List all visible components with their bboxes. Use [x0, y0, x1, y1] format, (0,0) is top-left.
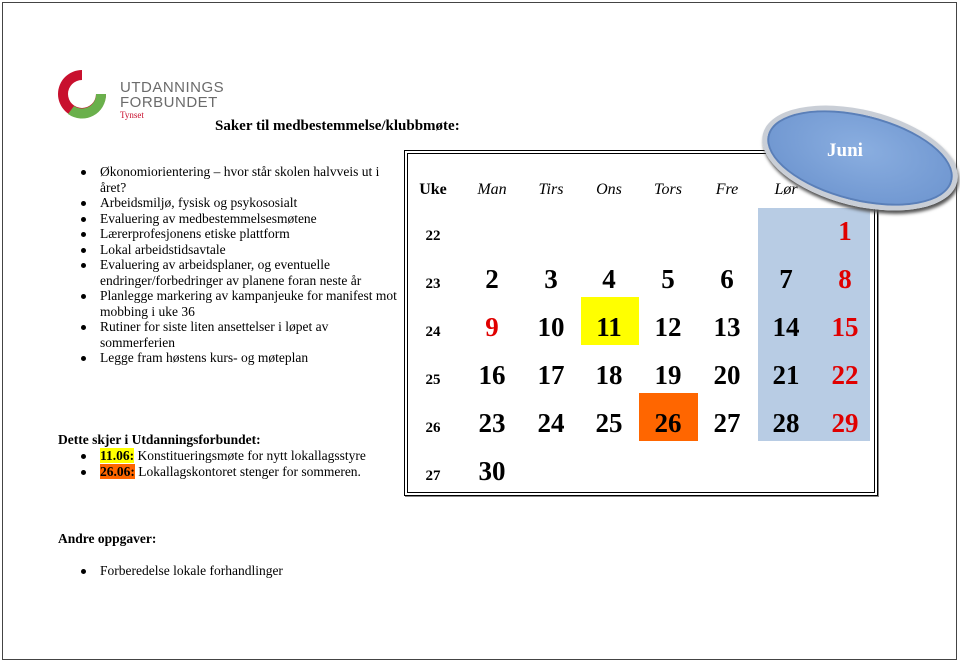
agenda-item: Evaluering av arbeidsplaner, og eventuel… [78, 257, 398, 288]
calendar-day: 13 [713, 312, 741, 342]
calendar-day: 8 [838, 264, 852, 294]
calendar-header: Uke [419, 181, 447, 198]
month-label: Juni [827, 140, 863, 161]
calendar-day: 7 [779, 264, 793, 294]
calendar-day: 15 [831, 312, 859, 342]
calendar-day: 30 [478, 456, 506, 486]
other-item: Forberedelse lokale forhandlinger [78, 563, 283, 579]
week-number: 24 [425, 324, 441, 340]
calendar-header: Ons [596, 181, 622, 198]
event-text: Konstitueringsmøte for nytt lokallagssty… [134, 448, 366, 463]
calendar-day: 14 [772, 312, 800, 342]
other-heading: Andre oppgaver: [58, 531, 157, 546]
calendar-day: 18 [595, 360, 623, 390]
logo-subtitle: Tynset [120, 110, 144, 120]
agenda-item: Planlegge markering av kampanjeuke for m… [78, 288, 398, 319]
calendar-day: 11 [596, 312, 622, 342]
calendar-header: Tors [654, 181, 682, 198]
logo-ring-icon [58, 70, 107, 119]
event-date: 11.06: [100, 448, 135, 463]
agenda-item: Evaluering av medbestemmelsesmøtene [78, 211, 398, 227]
calendar-day: 3 [544, 264, 558, 294]
calendar-day: 21 [772, 360, 800, 390]
calendar-day: 5 [661, 264, 675, 294]
calendar-day: 4 [602, 264, 616, 294]
events-section: Dette skjer i Utdanningsforbundet: 11.06… [58, 432, 366, 479]
week-number: 26 [425, 420, 441, 436]
calendar-day: 10 [537, 312, 565, 342]
week-number: 27 [425, 468, 441, 484]
calendar-header: Man [477, 181, 507, 198]
agenda-item: Legge fram høstens kurs- og møteplan [78, 350, 398, 366]
agenda-item: Økonomiorientering – hvor står skolen ha… [78, 164, 398, 195]
calendar-day: 12 [654, 312, 682, 342]
calendar-day: 19 [654, 360, 682, 390]
other-section: Andre oppgaver: Forberedelse lokale forh… [58, 531, 283, 579]
calendar-day: 16 [478, 360, 506, 390]
calendar-header: Fre [715, 181, 739, 198]
event-text: Lokallagskontoret stenger for sommeren. [134, 463, 361, 479]
events-heading: Dette skjer i Utdanningsforbundet: [58, 432, 261, 447]
calendar-day: 6 [720, 264, 734, 294]
calendar-day: 17 [537, 360, 565, 390]
week-number: 23 [425, 276, 441, 292]
calendar-header: Tirs [538, 181, 564, 198]
calendar-day: 2 [485, 264, 499, 294]
calendar-day: 26 [654, 408, 682, 438]
logo-text: UTDANNINGS [120, 79, 225, 96]
calendar-day: 24 [537, 408, 565, 438]
calendar-day: 1 [838, 216, 852, 246]
event-date: 26.06: [100, 463, 135, 479]
logo-text: FORBUNDET [120, 94, 218, 111]
calendar-day: 28 [772, 408, 800, 438]
event-item: 26.06: Lokallagskontoret stenger for som… [78, 463, 366, 480]
page-title: Saker til medbestemmelse/klubbmøte: [215, 118, 460, 134]
calendar-day: 9 [485, 312, 499, 342]
calendar-day: 25 [595, 408, 623, 438]
week-number: 25 [425, 372, 441, 388]
calendar-day: 29 [831, 408, 859, 438]
calendar-day: 20 [713, 360, 741, 390]
agenda-item: Lærerprofesjonens etiske plattform [78, 226, 398, 242]
logo: UTDANNINGS FORBUNDET Tynset [52, 64, 224, 124]
calendar-day: 27 [713, 408, 741, 438]
week-number: 22 [425, 228, 441, 244]
agenda-item: Arbeidsmiljø, fysisk og psykososialt [78, 195, 398, 211]
agenda-item: Rutiner for siste liten ansettelser i lø… [78, 319, 398, 350]
calendar-day: 23 [478, 408, 506, 438]
agenda-list: Økonomiorientering – hvor står skolen ha… [78, 164, 398, 366]
calendar-day: 22 [831, 360, 859, 390]
event-item: 11.06: Konstitueringsmøte for nytt lokal… [78, 448, 366, 464]
agenda-item: Lokal arbeidstidsavtale [78, 242, 398, 258]
